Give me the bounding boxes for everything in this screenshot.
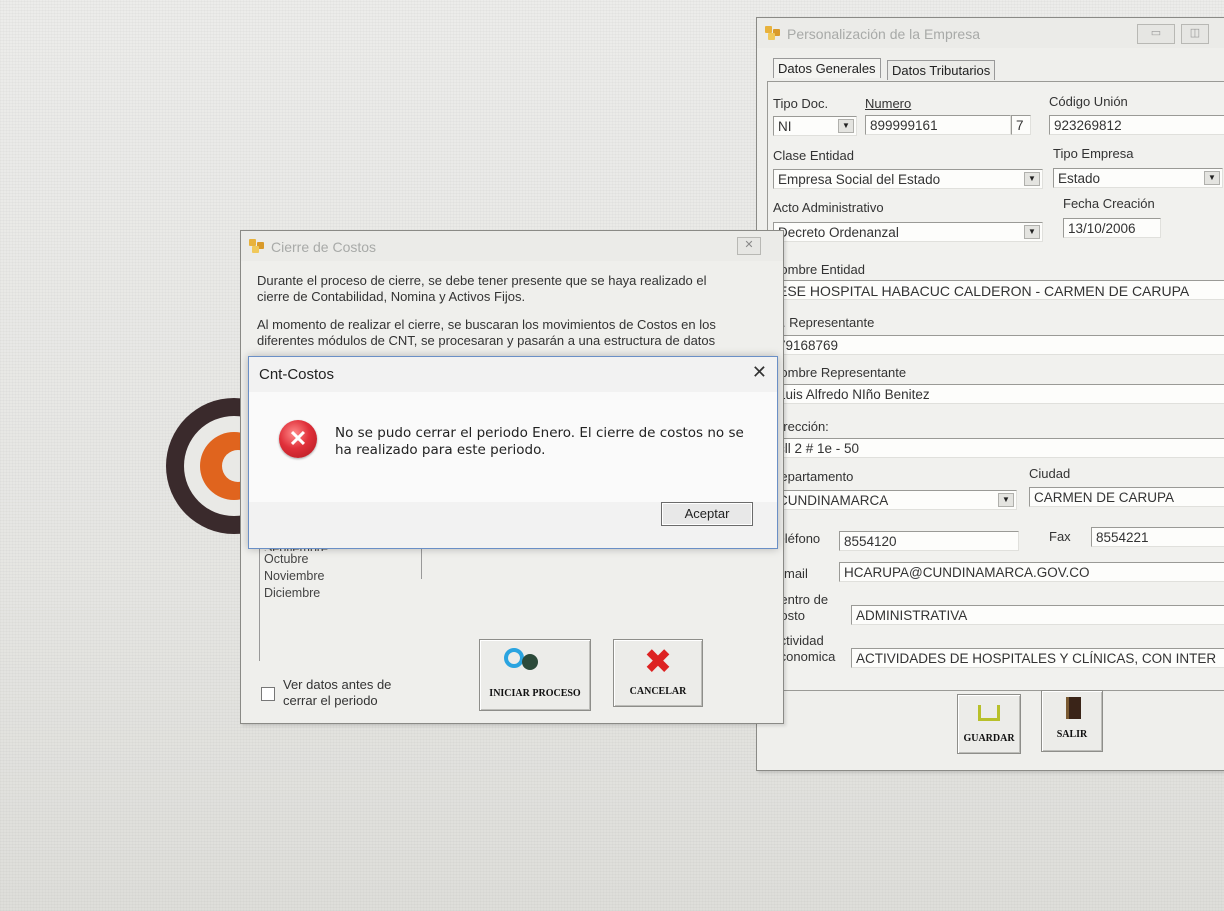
- acto-administrativo-select[interactable]: Decreto Ordenanzal ▼: [773, 222, 1043, 242]
- iniciar-proceso-label: INICIAR PROCESO: [489, 688, 581, 699]
- exit-door-icon: [1066, 697, 1081, 719]
- empresa-title: Personalización de la Empresa: [787, 26, 980, 42]
- chevron-down-icon: ▼: [998, 493, 1014, 507]
- codigo-union-label: Código Unión: [1049, 94, 1128, 109]
- email-field[interactable]: HCARUPA@CUNDINAMARCA.GOV.CO: [839, 562, 1224, 582]
- clase-entidad-label: Clase Entidad: [773, 148, 854, 163]
- clase-entidad-select[interactable]: Empresa Social del Estado ▼: [773, 169, 1043, 189]
- dialog-close-button[interactable]: ✕: [752, 362, 767, 383]
- list-item[interactable]: Noviembre: [260, 568, 420, 585]
- ver-datos-checkbox[interactable]: [261, 687, 275, 701]
- tab-datos-generales[interactable]: Datos Generales: [773, 58, 881, 78]
- clase-entidad-value: Empresa Social del Estado: [778, 172, 941, 187]
- fax-label: Fax: [1049, 529, 1071, 544]
- nombre-representante-field[interactable]: Luis Alfredo NIño Benitez: [773, 384, 1224, 404]
- aceptar-button[interactable]: Aceptar: [661, 502, 753, 526]
- salir-label: SALIR: [1056, 729, 1088, 740]
- cierre-costos-title: Cierre de Costos: [271, 239, 377, 255]
- nombre-entidad-label: Nombre Entidad: [771, 262, 865, 277]
- numero-field[interactable]: 899999161: [865, 115, 1011, 135]
- fecha-creacion-label: Fecha Creación: [1063, 196, 1155, 211]
- cierre-costos-titlebar: Cierre de Costos ✕: [241, 231, 783, 261]
- digito-verificacion-field[interactable]: 7: [1011, 115, 1031, 135]
- error-dialog: Cnt-Costos ✕ ✕ No se pudo cerrar el peri…: [248, 356, 778, 549]
- departamento-value: CUNDINAMARCA: [778, 493, 889, 508]
- list-item[interactable]: Diciembre: [260, 585, 420, 602]
- cancelar-label: CANCELAR: [629, 686, 687, 697]
- process-icon: [504, 648, 524, 668]
- centro-costo-field[interactable]: ADMINISTRATIVA: [851, 605, 1224, 625]
- nombre-entidad-field[interactable]: ESE HOSPITAL HABACUC CALDERON - CARMEN D…: [773, 280, 1224, 300]
- guardar-button[interactable]: GUARDAR: [957, 694, 1021, 754]
- app-icon: [765, 26, 781, 40]
- months-list[interactable]: Septiembre Octubre Noviembre Diciembre: [259, 541, 420, 661]
- restore-button[interactable]: ◫: [1181, 24, 1209, 44]
- tipo-empresa-label: Tipo Empresa: [1053, 146, 1134, 161]
- save-icon: [978, 705, 1000, 721]
- results-grid: [421, 547, 762, 579]
- numero-label: Numero: [865, 96, 912, 111]
- dialog-title: Cnt-Costos: [259, 366, 335, 383]
- chevron-down-icon: ▼: [1024, 172, 1040, 186]
- actividad-field[interactable]: ACTIVIDADES DE HOSPITALES Y CLÍNICAS, CO…: [851, 648, 1224, 668]
- chevron-down-icon: ▼: [1024, 225, 1040, 239]
- empresa-titlebar: Personalización de la Empresa ▭ ◫: [757, 18, 1224, 48]
- minimize-button[interactable]: ▭: [1137, 24, 1175, 44]
- cierre-para-2: Al momento de realizar el cierre, se bus…: [257, 317, 716, 348]
- fecha-creacion-field[interactable]: 13/10/2006: [1063, 218, 1161, 238]
- chevron-down-icon: ▼: [1204, 171, 1220, 185]
- tipo-doc-select[interactable]: NI ▼: [773, 116, 857, 136]
- guardar-label: GUARDAR: [963, 733, 1015, 744]
- cierre-para-1: Durante el proceso de cierre, se debe te…: [257, 273, 707, 304]
- close-button[interactable]: ✕: [737, 237, 761, 255]
- list-item[interactable]: Octubre: [260, 551, 420, 568]
- acto-administrativo-value: Decreto Ordenanzal: [778, 225, 899, 240]
- telefono-field[interactable]: 8554120: [839, 531, 1019, 551]
- dialog-message: No se pudo cerrar el periodo Enero. El c…: [335, 425, 744, 458]
- tab-datos-tributarios[interactable]: Datos Tributarios: [887, 60, 996, 80]
- id-representante-label: Id. Representante: [771, 315, 875, 330]
- fax-field[interactable]: 8554221: [1091, 527, 1224, 547]
- direccion-field[interactable]: cll 2 # 1e - 50: [773, 438, 1224, 458]
- app-icon: [249, 239, 265, 253]
- tipo-empresa-select[interactable]: Estado ▼: [1053, 168, 1223, 188]
- id-representante-field[interactable]: 79168769: [773, 335, 1224, 355]
- tipo-empresa-value: Estado: [1058, 171, 1101, 186]
- acto-administrativo-label: Acto Administrativo: [773, 200, 884, 215]
- tipo-doc-value: NI: [778, 119, 792, 134]
- nombre-representante-label: Nombre Representante: [771, 365, 907, 380]
- ver-datos-label[interactable]: Ver datos antes de cerrar el periodo: [283, 677, 423, 709]
- ciudad-field[interactable]: CARMEN DE CARUPA: [1029, 487, 1224, 507]
- error-icon: ✕: [279, 420, 317, 458]
- tipo-doc-label: Tipo Doc.: [773, 96, 829, 111]
- codigo-union-field[interactable]: 923269812: [1049, 115, 1224, 135]
- ciudad-label: Ciudad: [1029, 466, 1071, 481]
- empresa-window: Personalización de la Empresa ▭ ◫ Datos …: [756, 17, 1224, 771]
- iniciar-proceso-button[interactable]: INICIAR PROCESO: [479, 639, 591, 711]
- process-icon-dot: [522, 654, 538, 670]
- cancelar-button[interactable]: ✖ CANCELAR: [613, 639, 703, 707]
- salir-button[interactable]: SALIR: [1041, 690, 1103, 752]
- chevron-down-icon: ▼: [838, 119, 854, 133]
- departamento-select[interactable]: CUNDINAMARCA ▼: [773, 490, 1017, 510]
- close-icon: ✖: [643, 642, 673, 682]
